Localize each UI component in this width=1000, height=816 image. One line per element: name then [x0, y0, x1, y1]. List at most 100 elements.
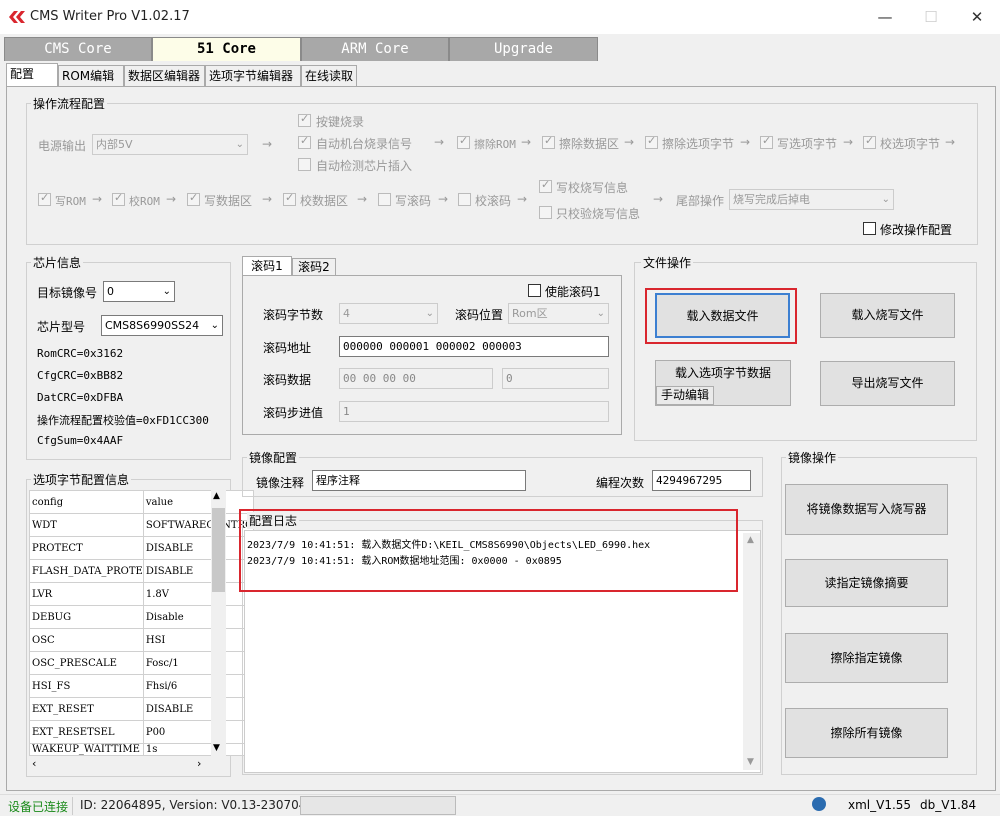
write-roll-checkbox[interactable]: [378, 193, 391, 206]
roll-pos-select[interactable]: Rom区 ⌄: [508, 303, 609, 324]
roll-step-field[interactable]: 1: [339, 401, 609, 422]
maximize-button[interactable]: ☐: [908, 4, 954, 30]
tab-roll-2[interactable]: 滚码2: [292, 258, 336, 276]
auto-signal-checkbox[interactable]: ✓: [298, 134, 311, 149]
table-cell: DISABLE: [142, 536, 255, 560]
option-table-hscroll[interactable]: ‹ ›: [29, 757, 211, 772]
tab-arm-core[interactable]: ARM Core: [301, 37, 449, 61]
write-rom-checkbox[interactable]: ✓: [38, 191, 51, 206]
tab-roll-1[interactable]: 滚码1: [242, 256, 292, 276]
write-option-label: 写选项字节: [777, 137, 838, 151]
verify-option-label: 校选项字节: [880, 137, 941, 151]
write-image-button[interactable]: 将镜像数据写入烧写器: [785, 484, 948, 535]
scroll-thumb[interactable]: [212, 508, 225, 592]
image-note-field[interactable]: 程序注释: [312, 470, 526, 491]
erase-image-button[interactable]: 擦除指定镜像: [785, 633, 948, 683]
verify-rom-checkbox[interactable]: ✓: [112, 191, 125, 206]
chevron-down-icon: ⌄: [210, 320, 219, 331]
title-bar: CMS Writer Pro V1.02.17 — ☐ ✕: [0, 0, 1000, 34]
table-cell: 1.8V: [142, 582, 255, 606]
close-button[interactable]: ✕: [954, 4, 1000, 30]
tab-data-editor[interactable]: 数据区编辑器: [124, 65, 205, 86]
chip-info-title: 芯片信息: [31, 254, 84, 271]
tail-op-select[interactable]: 烧写完成后掉电 ⌄: [729, 189, 894, 210]
target-image-select[interactable]: 0 ⌄: [103, 281, 175, 302]
connection-status: 设备已连接: [8, 800, 69, 814]
arrow-icon: →: [945, 135, 956, 149]
roll-bytes-select[interactable]: 4 ⌄: [339, 303, 438, 324]
roll-addr-field[interactable]: 000000 000001 000002 000003: [339, 336, 609, 357]
tab-51-core[interactable]: 51 Core: [152, 37, 301, 61]
erase-data-checkbox[interactable]: ✓: [542, 134, 555, 149]
db-version: db_V1.84: [920, 798, 977, 812]
verify-data-checkbox[interactable]: ✓: [283, 191, 296, 206]
key-burn-checkbox[interactable]: ✓: [298, 112, 311, 127]
power-output-select[interactable]: 内部5V ⌄: [92, 134, 248, 155]
chevron-down-icon[interactable]: ▼: [747, 757, 754, 767]
progress-bar: [300, 796, 456, 815]
arrow-icon: →: [262, 192, 273, 206]
erase-rom-checkbox[interactable]: ✓: [457, 134, 470, 149]
tab-option-editor[interactable]: 选项字节编辑器: [205, 65, 301, 86]
power-output-label: 电源输出: [38, 139, 87, 153]
verify-option-checkbox[interactable]: ✓: [863, 134, 876, 149]
erase-rom-label: 擦除ROM: [474, 138, 516, 151]
auto-detect-label: 自动检测芯片插入: [316, 159, 413, 173]
write-option-checkbox[interactable]: ✓: [760, 134, 773, 149]
log-vscroll[interactable]: ▲ ▼: [743, 533, 760, 770]
tab-config[interactable]: 配置: [6, 63, 58, 87]
file-ops-title: 文件操作: [641, 254, 694, 271]
table-cell: WAKEUP_WAITTIME: [29, 743, 144, 756]
device-info: ID: 22064895, Version: V0.13-230704: [80, 798, 307, 812]
only-verify-info-checkbox[interactable]: [539, 206, 552, 219]
table-cell: HSI_FS: [29, 674, 144, 698]
table-cell: OSC: [29, 628, 144, 652]
program-count-field[interactable]: 4294967295: [652, 470, 751, 491]
verify-roll-checkbox[interactable]: [458, 193, 471, 206]
roll-pos-label: 滚码位置: [455, 308, 504, 322]
erase-all-images-button[interactable]: 擦除所有镜像: [785, 708, 948, 758]
tab-upgrade[interactable]: Upgrade: [449, 37, 598, 61]
export-burn-file-button[interactable]: 导出烧写文件: [820, 361, 955, 406]
write-roll-label: 写滚码: [395, 194, 432, 208]
tab-cms-core[interactable]: CMS Core: [4, 37, 152, 61]
app-logo-icon: [9, 11, 25, 23]
load-burn-file-button[interactable]: 载入烧写文件: [820, 293, 955, 338]
chip-model-label: 芯片型号: [37, 320, 86, 334]
highlight-box: [239, 509, 738, 592]
option-table-vscroll[interactable]: ▲ ▼: [211, 490, 226, 757]
erase-data-label: 擦除数据区: [559, 137, 620, 151]
verify-data-label: 校数据区: [300, 194, 349, 208]
arrow-icon: →: [262, 137, 273, 151]
read-image-summary-button[interactable]: 读指定镜像摘要: [785, 559, 948, 607]
verify-rom-label: 校ROM: [129, 195, 160, 208]
enable-roll-checkbox[interactable]: [528, 284, 541, 297]
chip-model-value: CMS8S6990SS24: [105, 319, 200, 332]
modify-config-checkbox[interactable]: [863, 222, 876, 235]
chevron-left-icon[interactable]: ‹: [32, 757, 36, 770]
manual-edit-button[interactable]: 手动编辑: [656, 386, 714, 405]
arrow-icon: →: [92, 192, 103, 206]
chevron-up-icon[interactable]: ▲: [213, 491, 220, 501]
chevron-right-icon[interactable]: ›: [197, 757, 201, 770]
arrow-icon: →: [517, 192, 528, 206]
auto-detect-checkbox[interactable]: [298, 158, 311, 171]
tab-rom-editor[interactable]: ROM编辑器: [58, 65, 124, 103]
table-cell: SOFTWARECONTRO: [142, 513, 255, 537]
tail-op-label: 尾部操作: [676, 194, 725, 208]
table-cell: OSC_PRESCALE: [29, 651, 144, 675]
write-data-checkbox[interactable]: ✓: [187, 191, 200, 206]
chip-model-select[interactable]: CMS8S6990SS24 ⌄: [101, 315, 223, 336]
program-count-label: 编程次数: [596, 476, 645, 490]
chevron-up-icon[interactable]: ▲: [747, 535, 754, 545]
erase-option-checkbox[interactable]: ✓: [645, 134, 658, 149]
roll-data-field-2[interactable]: 0: [502, 368, 609, 389]
tab-online-read[interactable]: 在线读取: [301, 65, 357, 86]
chevron-down-icon[interactable]: ▼: [213, 743, 220, 753]
arrow-icon: →: [521, 135, 532, 149]
roll-data-field[interactable]: 00 00 00 00: [339, 368, 493, 389]
table-cell: DEBUG: [29, 605, 144, 629]
write-verify-info-checkbox[interactable]: ✓: [539, 178, 552, 193]
minimize-button[interactable]: —: [862, 4, 908, 30]
auto-signal-label: 自动机台烧录信号: [316, 137, 413, 151]
